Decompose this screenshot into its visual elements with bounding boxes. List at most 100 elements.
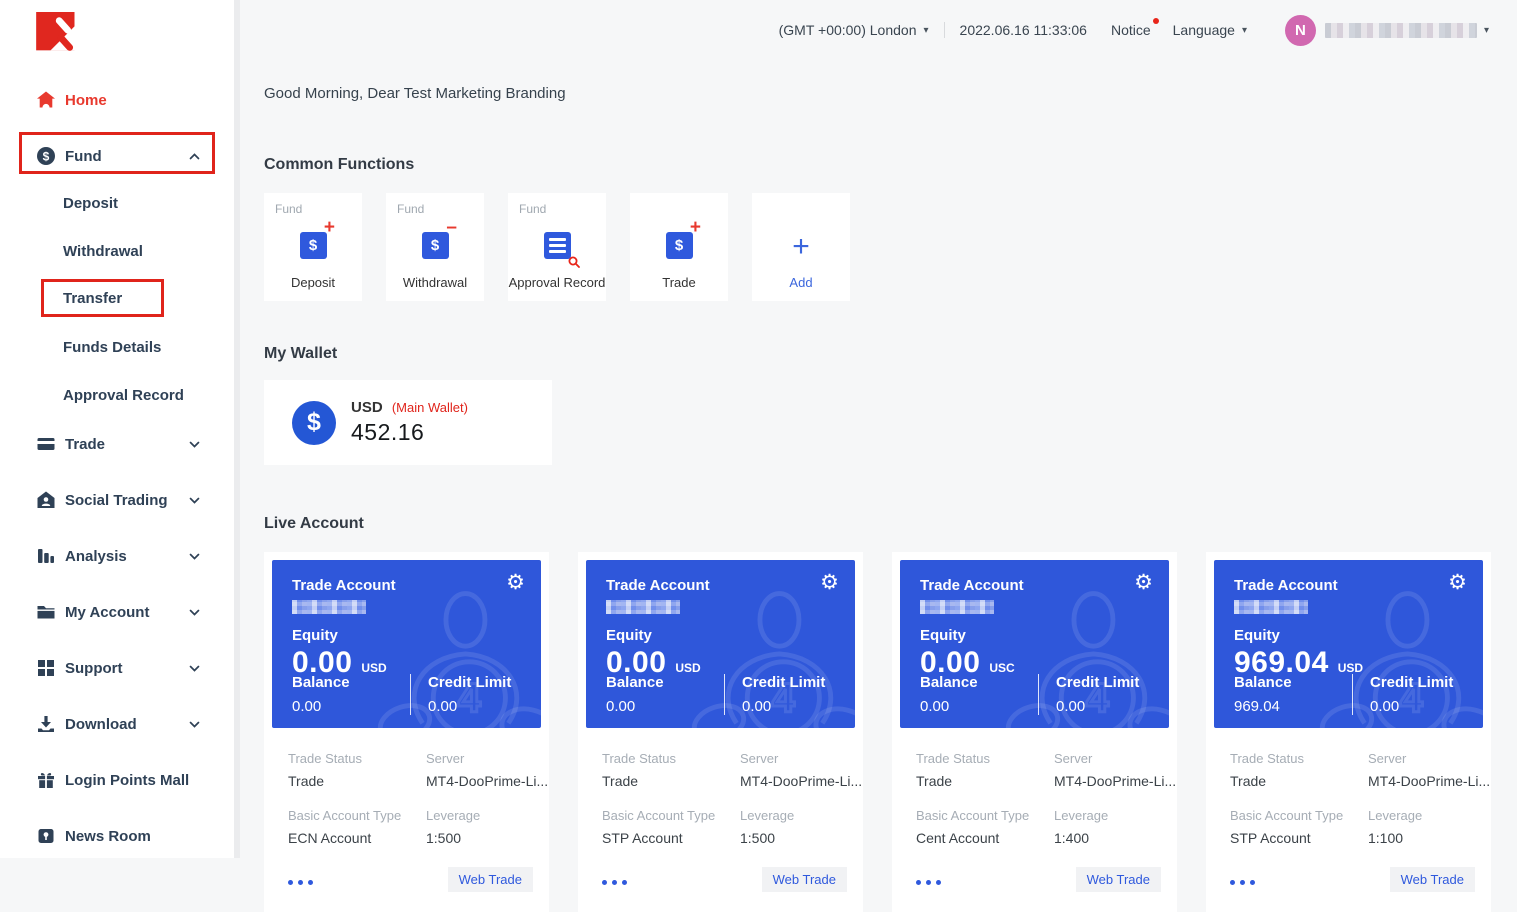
chevron-down-icon [189, 497, 200, 504]
account-summary-panel: 4 Trade Account ⚙ Equity 969.04 USD Bala… [1214, 560, 1483, 728]
gear-icon[interactable]: ⚙ [1448, 572, 1467, 593]
account-summary-panel: 4 Trade Account ⚙ Equity 0.00 USD Balanc… [272, 560, 541, 728]
avatar-initial: N [1295, 22, 1306, 39]
sidebar-item-label: Trade [65, 436, 105, 453]
account-card-title: Trade Account [920, 577, 1169, 594]
common-functions-row: Fund $+ Deposit Fund $– Withdrawal Fund … [264, 193, 1517, 301]
sidebar-item-trade[interactable]: Trade [0, 422, 240, 466]
more-actions-button[interactable] [602, 874, 627, 885]
account-type-label: Basic Account Type [1230, 808, 1368, 823]
web-trade-button[interactable]: Web Trade [762, 867, 847, 892]
function-card-withdrawal[interactable]: Fund $– Withdrawal [386, 193, 484, 301]
account-card-title: Trade Account [606, 577, 855, 594]
news-room-icon [35, 826, 56, 847]
notice-label: Notice [1111, 22, 1151, 38]
wallet-info: USD (Main Wallet) 452.16 [351, 399, 468, 446]
grid-icon [35, 658, 56, 679]
web-trade-button[interactable]: Web Trade [1390, 867, 1475, 892]
credit-limit-label: Credit Limit [742, 674, 825, 691]
account-details: Trade StatusTrade ServerMT4-DooPrime-Li.… [892, 736, 1177, 865]
credit-limit-value: 0.00 [428, 698, 511, 715]
balance-label: Balance [920, 674, 1038, 691]
server-value: MT4-DooPrime-Li... [1368, 773, 1490, 789]
equity-label: Equity [1234, 627, 1483, 644]
credit-limit-label: Credit Limit [1370, 674, 1453, 691]
sidebar-item-home[interactable]: Home [0, 78, 240, 122]
function-card-add[interactable]: + Add [752, 193, 850, 301]
gear-icon[interactable]: ⚙ [506, 572, 525, 593]
leverage-value: 1:400 [1054, 830, 1176, 846]
sidebar-item-label: Support [65, 660, 123, 677]
sidebar-item-label: Download [65, 716, 137, 733]
gear-icon[interactable]: ⚙ [820, 572, 839, 593]
equity-label: Equity [606, 627, 855, 644]
account-number-redacted [292, 600, 366, 614]
sidebar-item-withdrawal[interactable]: Withdrawal [0, 230, 240, 272]
server-value: MT4-DooPrime-Li... [740, 773, 862, 789]
notice-badge-dot [1153, 18, 1159, 24]
download-icon [35, 714, 56, 735]
sidebar-item-fund[interactable]: $ Fund [0, 134, 240, 178]
sidebar-item-label: Approval Record [63, 387, 184, 404]
sidebar-item-download[interactable]: Download [0, 702, 240, 746]
sidebar-item-analysis[interactable]: Analysis [0, 534, 240, 578]
trade-status-value: Trade [916, 773, 1054, 789]
trade-status-label: Trade Status [916, 751, 1054, 766]
more-actions-button[interactable] [288, 874, 313, 885]
function-category: Fund [397, 202, 424, 216]
username-redacted [1325, 23, 1477, 38]
function-card-approval-record[interactable]: Fund Approval Record [508, 193, 606, 301]
language-label: Language [1173, 22, 1235, 38]
timezone-selector[interactable]: (GMT +00:00) London ▾ [779, 22, 929, 38]
trade-icon: $+ [659, 225, 699, 265]
sidebar-item-label: My Account [65, 604, 149, 621]
leverage-value: 1:500 [740, 830, 862, 846]
brand-logo-icon[interactable] [35, 12, 91, 58]
sidebar-item-social-trading[interactable]: Social Trading [0, 478, 240, 522]
user-menu[interactable]: ▾ [1325, 23, 1489, 38]
server-value: MT4-DooPrime-Li... [426, 773, 548, 789]
timezone-label: (GMT +00:00) London [779, 22, 917, 38]
function-label: Approval Record [509, 275, 606, 290]
gift-icon [35, 770, 56, 791]
sidebar-item-support[interactable]: Support [0, 646, 240, 690]
more-actions-button[interactable] [1230, 874, 1255, 885]
sidebar-item-funds-details[interactable]: Funds Details [0, 326, 240, 368]
sidebar-item-news-room[interactable]: News Room [0, 814, 240, 858]
gear-icon[interactable]: ⚙ [1134, 572, 1153, 593]
sidebar-item-my-account[interactable]: My Account [0, 590, 240, 634]
balance-label: Balance [1234, 674, 1352, 691]
sidebar-item-approval-record[interactable]: Approval Record [0, 374, 240, 416]
sidebar-item-login-points-mall[interactable]: Login Points Mall [0, 758, 240, 802]
balance-value: 0.00 [920, 698, 1038, 715]
sidebar-item-label: Withdrawal [63, 243, 143, 260]
account-type-label: Basic Account Type [602, 808, 740, 823]
balance-value: 0.00 [606, 698, 724, 715]
web-trade-button[interactable]: Web Trade [1076, 867, 1161, 892]
sidebar-item-label: Home [65, 92, 107, 109]
wallet-card[interactable]: $ USD (Main Wallet) 452.16 [264, 380, 552, 465]
function-category: Fund [519, 202, 546, 216]
chevron-down-icon [189, 665, 200, 672]
language-selector[interactable]: Language ▾ [1173, 22, 1247, 38]
credit-limit-value: 0.00 [742, 698, 825, 715]
caret-down-icon: ▾ [924, 25, 929, 36]
function-category: Fund [275, 202, 302, 216]
avatar[interactable]: N [1285, 15, 1316, 46]
plus-icon: + [781, 225, 821, 265]
account-details: Trade StatusTrade ServerMT4-DooPrime-Li.… [578, 736, 863, 865]
notice-link[interactable]: Notice [1111, 22, 1151, 38]
wallet-balance: 452.16 [351, 419, 468, 446]
web-trade-button[interactable]: Web Trade [448, 867, 533, 892]
approval-record-icon [537, 225, 577, 265]
function-card-deposit[interactable]: Fund $+ Deposit [264, 193, 362, 301]
sidebar-item-transfer[interactable]: Transfer [0, 277, 240, 319]
account-details: Trade StatusTrade ServerMT4-DooPrime-Li.… [264, 736, 549, 865]
dollar-coin-icon: $ [292, 401, 336, 445]
trade-status-value: Trade [288, 773, 426, 789]
function-card-trade[interactable]: $+ Trade [630, 193, 728, 301]
sidebar-item-deposit[interactable]: Deposit [0, 182, 240, 224]
sidebar-item-label: Deposit [63, 195, 118, 212]
sidebar-item-label: Login Points Mall [65, 772, 189, 789]
more-actions-button[interactable] [916, 874, 941, 885]
